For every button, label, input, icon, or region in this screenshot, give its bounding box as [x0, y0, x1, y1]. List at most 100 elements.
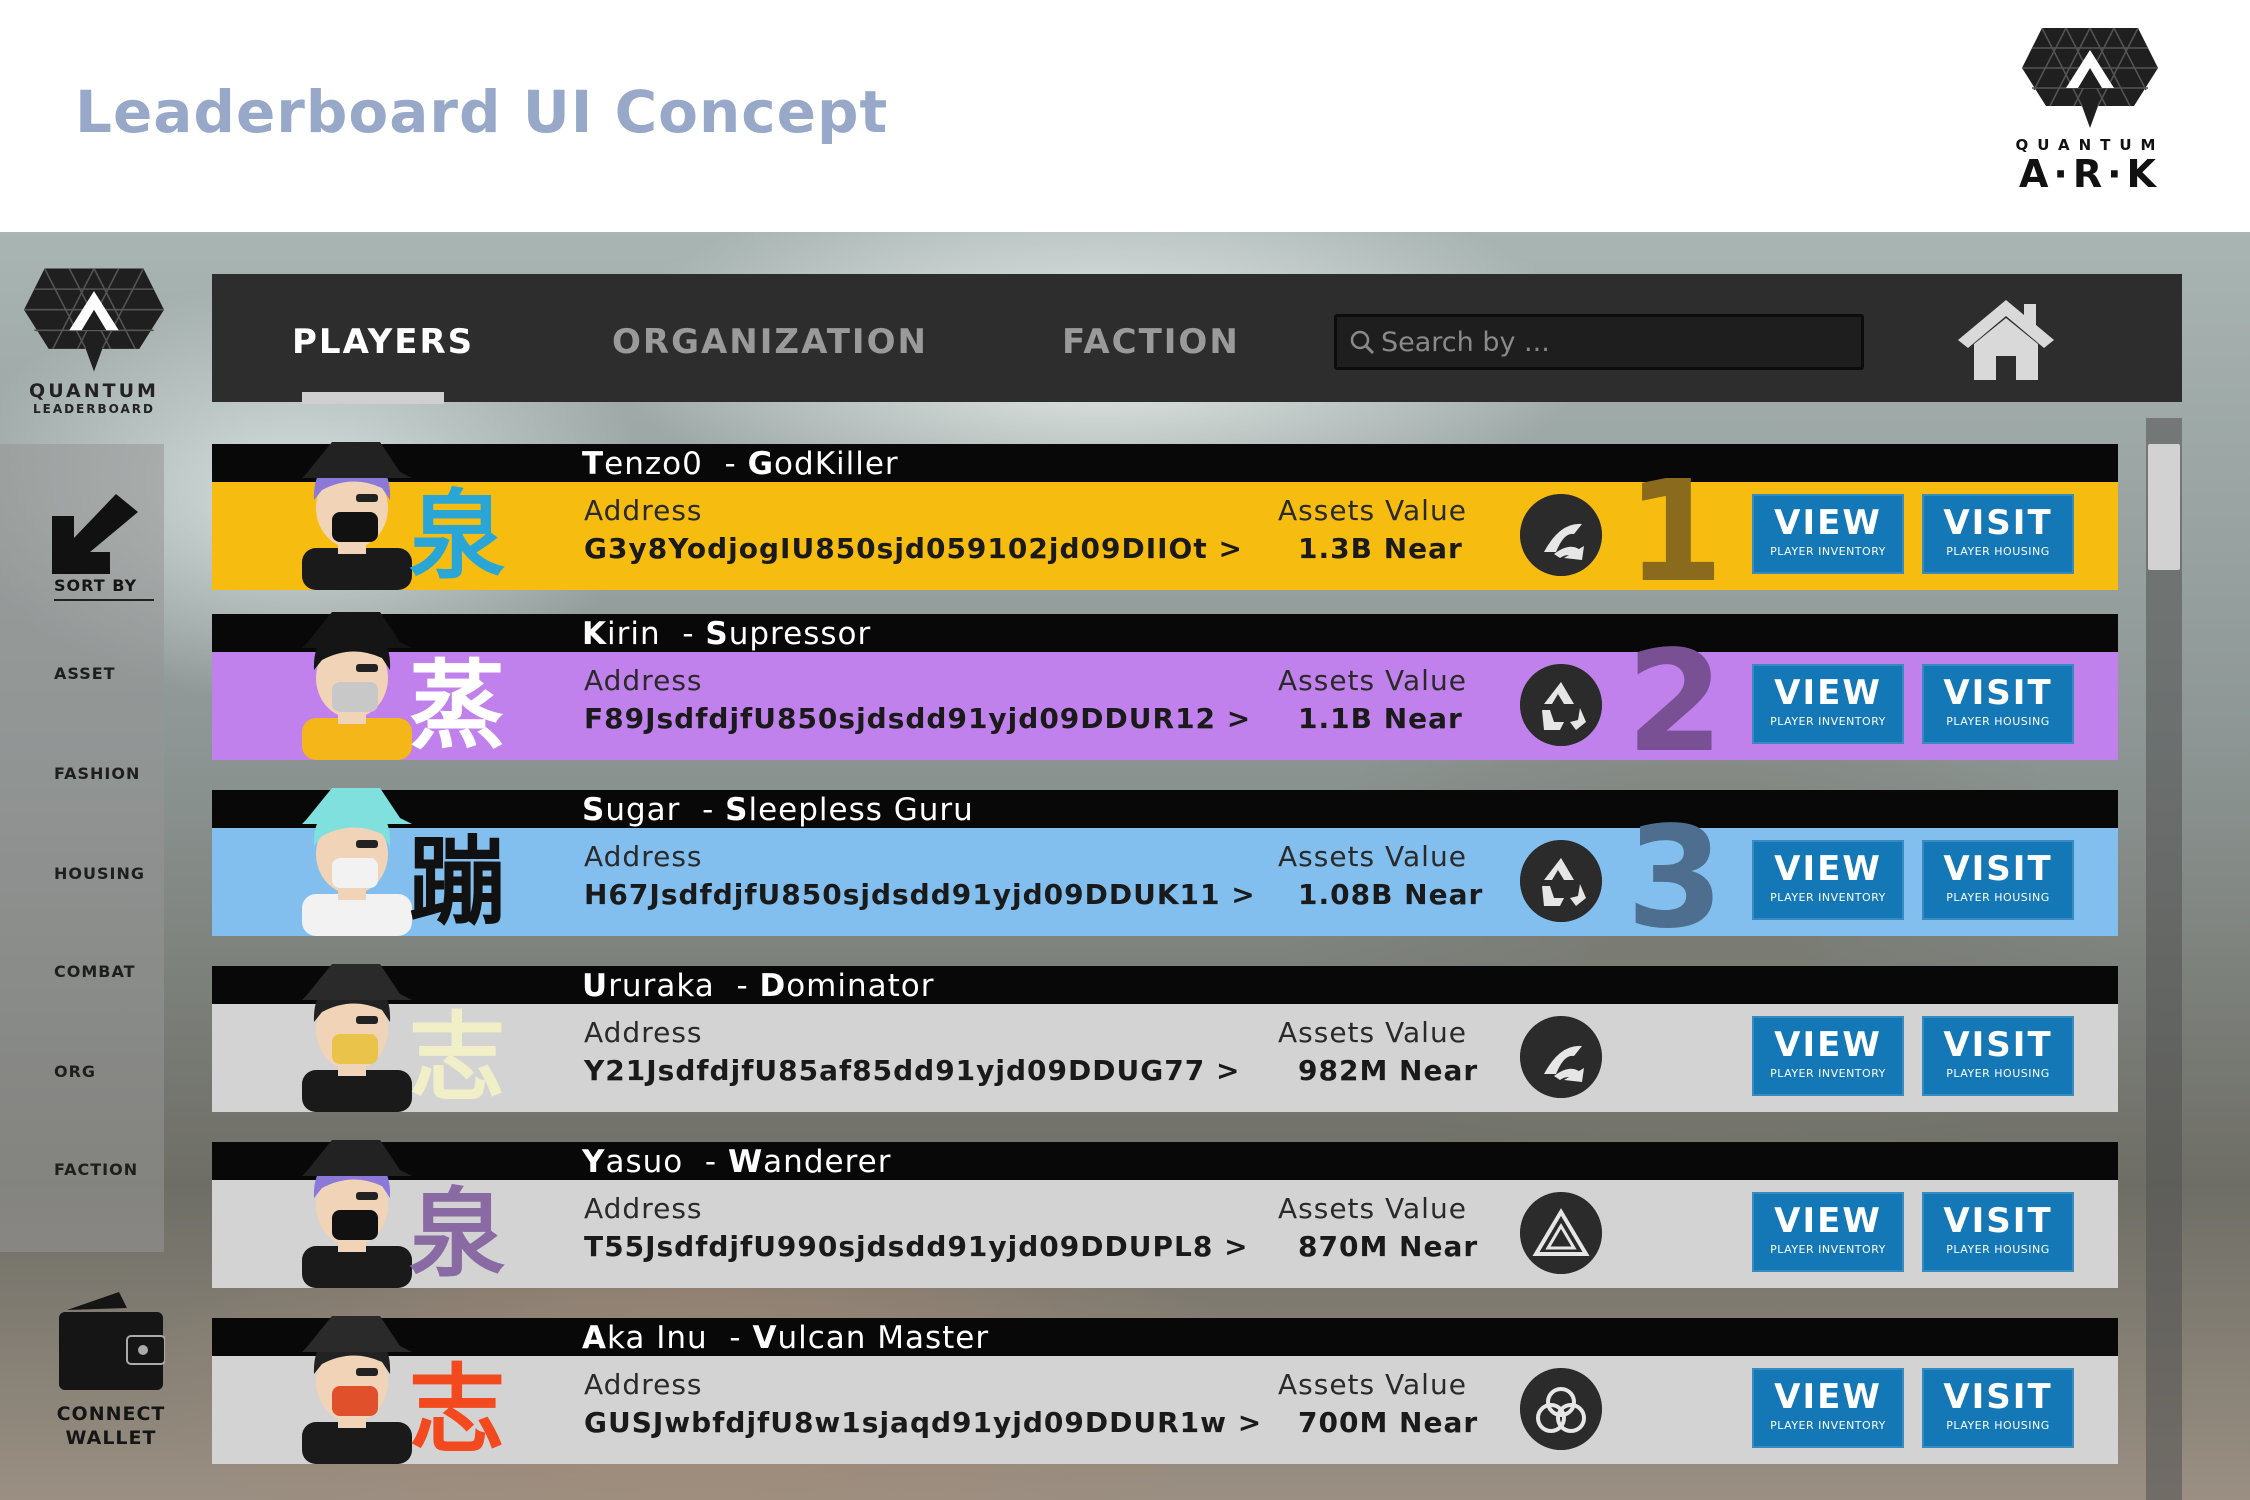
- view-button-label: VIEW: [1774, 673, 1882, 713]
- player-name: Aka Inu - Vulcan Master: [582, 1320, 990, 1356]
- view-button-sublabel: PLAYER INVENTORY: [1770, 1243, 1886, 1256]
- view-button-label: VIEW: [1774, 503, 1882, 543]
- player-title-initial: S: [725, 792, 749, 828]
- visit-button-label: VISIT: [1943, 503, 2053, 543]
- visit-button-label: VISIT: [1943, 1025, 2053, 1065]
- player-name-rest: irin: [607, 616, 661, 652]
- player-title-initial: S: [705, 616, 729, 652]
- assets-value-label: Assets Value: [1278, 494, 1467, 527]
- fan-icon: [1520, 1016, 1602, 1098]
- player-name-rest: enzo0: [604, 446, 703, 482]
- assets-value-label: Assets Value: [1278, 1016, 1467, 1049]
- visit-housing-button[interactable]: VISIT PLAYER HOUSING: [1922, 840, 2074, 920]
- sort-option-faction[interactable]: FACTION: [54, 1160, 138, 1179]
- leaderboard-logo-subtitle: LEADERBOARD: [32, 402, 156, 416]
- rank-number: 1: [1626, 474, 1724, 592]
- visit-housing-button[interactable]: VISIT PLAYER HOUSING: [1922, 1192, 2074, 1272]
- sort-option-asset[interactable]: ASSET: [54, 664, 116, 683]
- home-icon[interactable]: [1958, 300, 2054, 380]
- arrow-down-left-icon[interactable]: [52, 494, 138, 574]
- view-inventory-button[interactable]: VIEW PLAYER INVENTORY: [1752, 840, 1904, 920]
- player-name-initial: Y: [582, 1144, 606, 1180]
- triangle-logo-icon: [24, 268, 164, 372]
- visit-button-sublabel: PLAYER HOUSING: [1946, 715, 2050, 728]
- view-button-sublabel: PLAYER INVENTORY: [1770, 1067, 1886, 1080]
- view-inventory-button[interactable]: VIEW PLAYER INVENTORY: [1752, 494, 1904, 574]
- player-name-rest: asuo: [605, 1144, 684, 1180]
- sort-option-combat[interactable]: COMBAT: [54, 962, 136, 981]
- sort-option-housing[interactable]: HOUSING: [54, 864, 145, 883]
- player-address[interactable]: GUSJwbfdjfU8w1sjaqd91yjd09DDUR1w >: [584, 1406, 1262, 1439]
- player-name: Ururaka - Dominator: [582, 968, 935, 1004]
- visit-button-label: VISIT: [1943, 673, 2053, 713]
- player-title-initial: D: [759, 968, 787, 1004]
- view-inventory-button[interactable]: VIEW PLAYER INVENTORY: [1752, 664, 1904, 744]
- player-address[interactable]: G3y8YodjogIU850sjd059102jd09DIIOt >: [584, 532, 1243, 565]
- player-row[interactable]: 泉 Yasuo - Wanderer Address T55JsdfdjfU99…: [212, 1140, 2118, 1288]
- player-address[interactable]: Y21JsdfdjfU85af85dd91yjd09DDUG77 >: [584, 1054, 1240, 1087]
- faction-glyph: 泉: [409, 480, 505, 592]
- visit-button-label: VISIT: [1943, 1377, 2053, 1417]
- quantum-ark-logo: QUANTUM A·R·K: [2005, 28, 2175, 194]
- assets-value: 1.3B Near: [1298, 532, 1463, 565]
- visit-housing-button[interactable]: VISIT PLAYER HOUSING: [1922, 494, 2074, 574]
- connect-wallet-label-1: CONNECT: [56, 1403, 166, 1425]
- assets-value-label: Assets Value: [1278, 1192, 1467, 1225]
- player-title-initial: G: [747, 446, 775, 482]
- triangle-icon: [1520, 1192, 1602, 1274]
- player-name-bar: [212, 1318, 2118, 1356]
- assets-value-label: Assets Value: [1278, 840, 1467, 873]
- scrollbar-thumb[interactable]: [2148, 444, 2180, 570]
- player-address[interactable]: T55JsdfdjfU990sjdsdd91yjd09DDUPL8 >: [584, 1230, 1249, 1263]
- player-name-initial: T: [582, 446, 605, 482]
- visit-button-sublabel: PLAYER HOUSING: [1946, 1243, 2050, 1256]
- tab-players[interactable]: PLAYERS: [292, 322, 474, 362]
- assets-value-label: Assets Value: [1278, 1368, 1467, 1401]
- player-row[interactable]: 志 Ururaka - Dominator Address Y21Jsdfdjf…: [212, 964, 2118, 1112]
- knot-icon: [1520, 1368, 1602, 1450]
- player-address[interactable]: F89JsdfdjfU850sjdsdd91yjd09DDUR12 >: [584, 702, 1251, 735]
- search-input[interactable]: [1381, 326, 1861, 358]
- wallet-icon: [59, 1292, 166, 1390]
- assets-value: 1.08B Near: [1298, 878, 1484, 911]
- player-address[interactable]: H67JsdfdjfU850sjdsdd91yjd09DDUK11 >: [584, 878, 1256, 911]
- view-inventory-button[interactable]: VIEW PLAYER INVENTORY: [1752, 1192, 1904, 1272]
- rank-number: 2: [1626, 644, 1724, 762]
- view-button-sublabel: PLAYER INVENTORY: [1770, 545, 1886, 558]
- view-inventory-button[interactable]: VIEW PLAYER INVENTORY: [1752, 1016, 1904, 1096]
- sort-sidebar: SORT BY ASSET FASHION HOUSING COMBAT ORG…: [0, 444, 164, 1252]
- tab-organization[interactable]: ORGANIZATION: [612, 322, 928, 362]
- assets-value: 982M Near: [1298, 1054, 1479, 1087]
- player-row[interactable]: 蹦 Sugar - Sleepless Guru Address H67Jsdf…: [212, 788, 2118, 938]
- leaderboard-nav: PLAYERS ORGANIZATION FACTION: [212, 274, 2182, 404]
- visit-housing-button[interactable]: VISIT PLAYER HOUSING: [1922, 1368, 2074, 1448]
- recycle-icon: [1520, 840, 1602, 922]
- leaderboard-logo: QUANTUM LEADERBOARD: [22, 268, 166, 416]
- player-name-initial: S: [582, 792, 606, 828]
- tab-faction[interactable]: FACTION: [1062, 322, 1240, 362]
- connect-wallet-button[interactable]: CONNECT WALLET: [56, 1292, 166, 1450]
- brand-main-text: A·R·K: [2019, 152, 2161, 196]
- scrollbar-track[interactable]: [2146, 418, 2182, 1500]
- player-name-rest: ruraka: [608, 968, 715, 1004]
- player-row[interactable]: 泉 Tenzo0 - GodKiller Address G3y8YodjogI…: [212, 442, 2118, 592]
- visit-housing-button[interactable]: VISIT PLAYER HOUSING: [1922, 1016, 2074, 1096]
- visit-housing-button[interactable]: VISIT PLAYER HOUSING: [1922, 664, 2074, 744]
- player-name-rest: ugar: [605, 792, 681, 828]
- sort-option-fashion[interactable]: FASHION: [54, 764, 140, 783]
- visit-button-sublabel: PLAYER HOUSING: [1946, 1419, 2050, 1432]
- faction-glyph: 志: [409, 1354, 505, 1466]
- player-title-rest: upressor: [728, 616, 872, 652]
- player-name-initial: U: [582, 968, 609, 1004]
- sort-option-org[interactable]: ORG: [54, 1062, 96, 1081]
- fan-icon: [1520, 494, 1602, 576]
- rank-number: [1620, 1348, 1730, 1466]
- view-inventory-button[interactable]: VIEW PLAYER INVENTORY: [1752, 1368, 1904, 1448]
- address-label: Address: [584, 1016, 703, 1049]
- player-row[interactable]: 蒸 Kirin - Supressor Address F89JsdfdjfU8…: [212, 612, 2118, 762]
- faction-glyph: 蒸: [409, 650, 505, 762]
- player-row[interactable]: 志 Aka Inu - Vulcan Master Address GUSJwb…: [212, 1316, 2118, 1466]
- search-field[interactable]: [1334, 314, 1864, 370]
- visit-button-sublabel: PLAYER HOUSING: [1946, 545, 2050, 558]
- player-name: Tenzo0 - GodKiller: [582, 446, 899, 482]
